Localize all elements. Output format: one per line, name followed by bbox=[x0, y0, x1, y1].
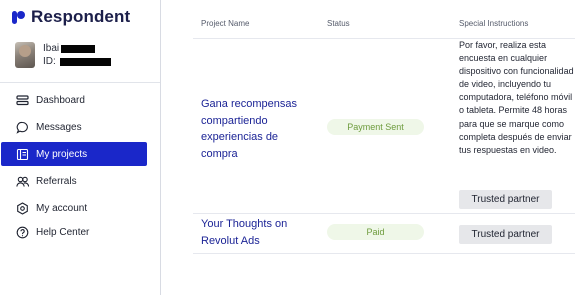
column-header-instructions: Special Instructions bbox=[459, 19, 529, 28]
project-name-link[interactable]: Gana recompensas compartiendo experienci… bbox=[201, 96, 311, 162]
respondent-logo-icon bbox=[11, 10, 26, 25]
sidebar-item-label: Referrals bbox=[36, 175, 77, 187]
projects-icon bbox=[16, 148, 29, 161]
row-divider bbox=[193, 213, 575, 214]
trusted-partner-button[interactable]: Trusted partner bbox=[459, 225, 552, 244]
row-divider bbox=[193, 253, 575, 254]
project-name-line: experiencias de bbox=[201, 131, 279, 143]
user-id-line: ID: bbox=[43, 55, 111, 68]
avatar bbox=[15, 42, 35, 68]
sidebar-item-label: Dashboard bbox=[36, 94, 85, 106]
project-name-line: compra bbox=[201, 147, 238, 160]
sidebar-item-dashboard[interactable]: Dashboard bbox=[1, 88, 147, 112]
help-circle-icon bbox=[16, 226, 29, 239]
project-name-line: Revolut Ads bbox=[201, 234, 260, 247]
project-name-link[interactable]: Your Thoughts on Revolut Ads bbox=[201, 216, 311, 249]
trusted-partner-button[interactable]: Trusted partner bbox=[459, 190, 552, 209]
project-name-line: Gana recompensas bbox=[201, 98, 297, 110]
brand-logo[interactable]: Respondent bbox=[11, 7, 130, 27]
user-name-line: Ibai bbox=[43, 42, 111, 55]
user-profile[interactable]: Ibai ID: bbox=[15, 42, 111, 68]
sidebar-item-label: My projects bbox=[36, 148, 88, 160]
redacted-id bbox=[59, 57, 111, 66]
gear-icon bbox=[16, 201, 29, 215]
projects-table: Project Name Status Special Instructions… bbox=[193, 0, 575, 295]
message-bubble-icon bbox=[16, 121, 29, 134]
people-icon bbox=[16, 175, 29, 188]
brand-name: Respondent bbox=[31, 7, 131, 26]
status-badge: Payment Sent bbox=[327, 119, 424, 135]
sidebar-item-referrals[interactable]: Referrals bbox=[1, 169, 147, 193]
project-name-line: Your Thoughts on bbox=[201, 218, 288, 230]
redacted-name bbox=[61, 44, 96, 53]
column-header-project: Project Name bbox=[201, 19, 250, 28]
sidebar-item-messages[interactable]: Messages bbox=[1, 115, 147, 139]
status-badge: Paid bbox=[327, 224, 424, 240]
project-name-line: compartiendo bbox=[201, 114, 268, 127]
sidebar-item-my-projects[interactable]: My projects bbox=[1, 142, 147, 166]
sidebar-item-label: My account bbox=[36, 202, 88, 214]
special-instructions: Por favor, realiza esta encuesta en cual… bbox=[459, 40, 574, 155]
sidebar: Respondent Ibai ID: Dashboard Messages M… bbox=[0, 0, 161, 295]
sidebar-item-label: Help Center bbox=[36, 226, 90, 238]
sidebar-divider bbox=[0, 82, 160, 83]
user-id-label: ID: bbox=[43, 56, 56, 67]
column-header-status: Status bbox=[327, 19, 350, 28]
user-name: Ibai bbox=[43, 43, 60, 54]
dashboard-icon bbox=[16, 94, 29, 107]
sidebar-item-my-account[interactable]: My account bbox=[1, 196, 147, 220]
sidebar-item-help-center[interactable]: Help Center bbox=[1, 220, 147, 244]
sidebar-item-label: Messages bbox=[36, 121, 82, 133]
